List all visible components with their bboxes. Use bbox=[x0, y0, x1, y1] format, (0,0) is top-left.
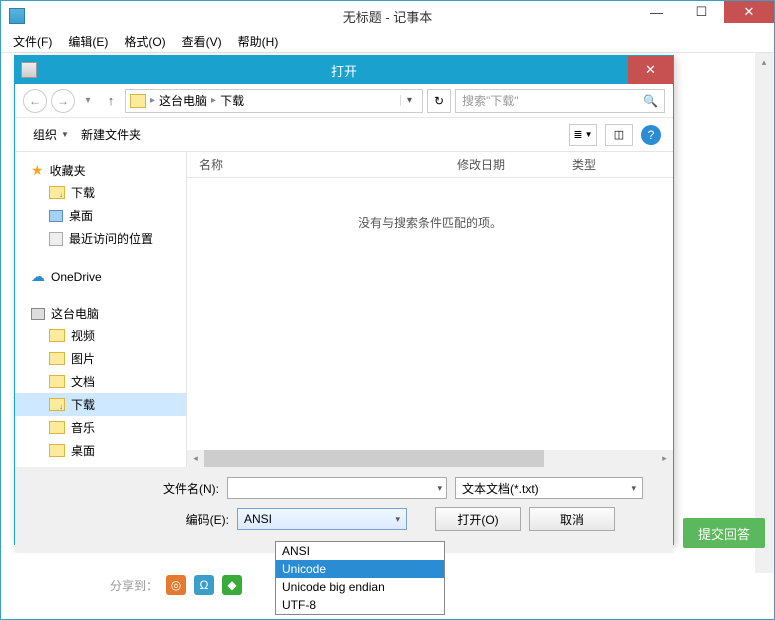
download-folder-icon bbox=[49, 186, 65, 199]
encoding-label: 编码(E): bbox=[169, 511, 229, 528]
chevron-down-icon[interactable]: ▾ bbox=[437, 483, 442, 494]
nav-up-button[interactable]: ↑ bbox=[101, 91, 121, 111]
menu-format[interactable]: 格式(O) bbox=[116, 31, 173, 52]
share-douban-icon[interactable]: ◆ bbox=[222, 575, 242, 595]
encoding-option-ansi[interactable]: ANSI bbox=[276, 542, 444, 560]
nav-forward-button[interactable]: → bbox=[51, 89, 75, 113]
star-icon: ★ bbox=[31, 162, 44, 179]
tree-this-pc[interactable]: 这台电脑 bbox=[15, 303, 186, 324]
open-button[interactable]: 打开(O) bbox=[435, 507, 521, 531]
share-qq-icon[interactable]: Ω bbox=[194, 575, 214, 595]
tree-panel: ★ 收藏夹 下载 桌面 最近访问的位置 ☁ bbox=[15, 152, 187, 467]
submit-answer-button[interactable]: 提交回答 bbox=[683, 518, 765, 548]
list-header: 名称 修改日期 类型 bbox=[187, 152, 673, 178]
filetype-select[interactable]: 文本文档(*.txt) ▾ bbox=[455, 477, 643, 499]
breadcrumb-current[interactable]: 下载 bbox=[220, 92, 244, 109]
help-button[interactable]: ? bbox=[641, 125, 661, 145]
preview-pane-button[interactable]: ◫ bbox=[605, 124, 633, 146]
menu-edit[interactable]: 编辑(E) bbox=[60, 31, 116, 52]
cloud-icon: ☁ bbox=[31, 268, 45, 285]
tree-item-desktop2[interactable]: 桌面 bbox=[15, 439, 186, 462]
tree-item-pictures[interactable]: 图片 bbox=[15, 347, 186, 370]
new-folder-button[interactable]: 新建文件夹 bbox=[75, 123, 147, 146]
folder-icon bbox=[49, 352, 65, 365]
minimize-button[interactable]: — bbox=[634, 1, 679, 23]
search-placeholder: 搜索"下载" bbox=[462, 92, 519, 109]
menu-view[interactable]: 查看(V) bbox=[174, 31, 230, 52]
scroll-up-icon[interactable]: ▴ bbox=[755, 53, 773, 71]
recent-icon bbox=[49, 232, 63, 246]
tree-item-downloads[interactable]: 下载 bbox=[15, 181, 186, 204]
search-input[interactable]: 搜索"下载" 🔍 bbox=[455, 89, 665, 113]
tree-item-recent[interactable]: 最近访问的位置 bbox=[15, 227, 186, 250]
tree-item-desktop[interactable]: 桌面 bbox=[15, 204, 186, 227]
tree-item-music[interactable]: 音乐 bbox=[15, 416, 186, 439]
chevron-down-icon: ▾ bbox=[395, 514, 400, 525]
filename-input[interactable]: ▾ bbox=[227, 477, 447, 499]
maximize-button[interactable]: ☐ bbox=[679, 1, 724, 23]
nav-back-button[interactable]: ← bbox=[23, 89, 47, 113]
tree-item-videos[interactable]: 视频 bbox=[15, 324, 186, 347]
folder-icon bbox=[49, 421, 65, 434]
desktop-icon bbox=[49, 210, 63, 222]
scroll-thumb[interactable] bbox=[204, 450, 544, 467]
chevron-down-icon: ▼ bbox=[61, 130, 69, 139]
notepad-icon bbox=[9, 8, 25, 24]
file-list-panel: 名称 修改日期 类型 没有与搜索条件匹配的项。 ◂ ▸ bbox=[187, 152, 673, 467]
dialog-icon bbox=[21, 62, 37, 78]
tree-item-documents[interactable]: 文档 bbox=[15, 370, 186, 393]
share-row: 分享到： ◎ Ω ◆ bbox=[110, 575, 242, 595]
folder-icon bbox=[49, 329, 65, 342]
encoding-option-unicode[interactable]: Unicode bbox=[276, 560, 444, 578]
breadcrumb-dropdown-icon[interactable]: ▾ bbox=[400, 95, 418, 106]
tree-onedrive[interactable]: ☁ OneDrive bbox=[15, 266, 186, 287]
download-folder-icon bbox=[49, 398, 65, 411]
dialog-title: 打开 bbox=[331, 61, 357, 80]
share-label: 分享到： bbox=[110, 577, 158, 594]
folder-icon bbox=[49, 375, 65, 388]
nav-row: ← → ▾ ↑ ▸ 这台电脑 ▸ 下载 ▾ ↻ 搜索"下载" 🔍 bbox=[15, 84, 673, 118]
scroll-left-icon[interactable]: ◂ bbox=[187, 450, 204, 467]
encoding-option-unicode-be[interactable]: Unicode big endian bbox=[276, 578, 444, 596]
pc-icon bbox=[31, 308, 45, 320]
refresh-button[interactable]: ↻ bbox=[427, 89, 451, 113]
column-date[interactable]: 修改日期 bbox=[445, 152, 560, 177]
encoding-option-utf8[interactable]: UTF-8 bbox=[276, 596, 444, 614]
tree-favorites[interactable]: ★ 收藏夹 bbox=[15, 160, 186, 181]
chevron-right-icon: ▸ bbox=[150, 95, 155, 106]
cancel-button[interactable]: 取消 bbox=[529, 507, 615, 531]
content-area: ★ 收藏夹 下载 桌面 最近访问的位置 ☁ bbox=[15, 152, 673, 467]
menu-help[interactable]: 帮助(H) bbox=[230, 31, 287, 52]
view-options-button[interactable]: ≣ ▼ bbox=[569, 124, 597, 146]
dialog-titlebar: 打开 ✕ bbox=[15, 56, 673, 84]
encoding-select[interactable]: ANSI ▾ bbox=[237, 508, 407, 530]
organize-button[interactable]: 组织 ▼ bbox=[27, 123, 75, 146]
nav-history-button[interactable]: ▾ bbox=[79, 91, 97, 111]
folder-icon bbox=[49, 444, 65, 457]
notepad-title: 无标题 - 记事本 bbox=[343, 7, 433, 26]
filename-label: 文件名(N): bbox=[139, 480, 219, 497]
horizontal-scrollbar[interactable]: ◂ ▸ bbox=[187, 450, 673, 467]
tree-item-downloads-pc[interactable]: 下载 bbox=[15, 393, 186, 416]
notepad-scrollbar[interactable]: ▴ bbox=[755, 53, 773, 573]
encoding-dropdown: ANSI Unicode Unicode big endian UTF-8 bbox=[275, 541, 445, 615]
search-icon: 🔍 bbox=[643, 94, 658, 108]
column-name[interactable]: 名称 bbox=[187, 152, 445, 177]
notepad-titlebar: 无标题 - 记事本 — ☐ ✕ bbox=[1, 1, 774, 31]
notepad-menubar: 文件(F) 编辑(E) 格式(O) 查看(V) 帮助(H) bbox=[1, 31, 774, 53]
dialog-close-button[interactable]: ✕ bbox=[628, 56, 673, 84]
folder-icon bbox=[130, 94, 146, 108]
breadcrumb-root[interactable]: 这台电脑 bbox=[159, 92, 207, 109]
empty-message: 没有与搜索条件匹配的项。 bbox=[187, 178, 673, 231]
open-dialog: 打开 ✕ ← → ▾ ↑ ▸ 这台电脑 ▸ 下载 ▾ ↻ 搜索"下载" 🔍 组织… bbox=[14, 55, 674, 545]
share-weibo-icon[interactable]: ◎ bbox=[166, 575, 186, 595]
menu-file[interactable]: 文件(F) bbox=[5, 31, 60, 52]
scroll-right-icon[interactable]: ▸ bbox=[656, 450, 673, 467]
toolbar-row: 组织 ▼ 新建文件夹 ≣ ▼ ◫ ? bbox=[15, 118, 673, 152]
chevron-down-icon: ▾ bbox=[631, 483, 636, 494]
column-type[interactable]: 类型 bbox=[560, 152, 673, 177]
close-button[interactable]: ✕ bbox=[724, 1, 774, 23]
breadcrumb[interactable]: ▸ 这台电脑 ▸ 下载 ▾ bbox=[125, 89, 423, 113]
chevron-right-icon: ▸ bbox=[211, 95, 216, 106]
